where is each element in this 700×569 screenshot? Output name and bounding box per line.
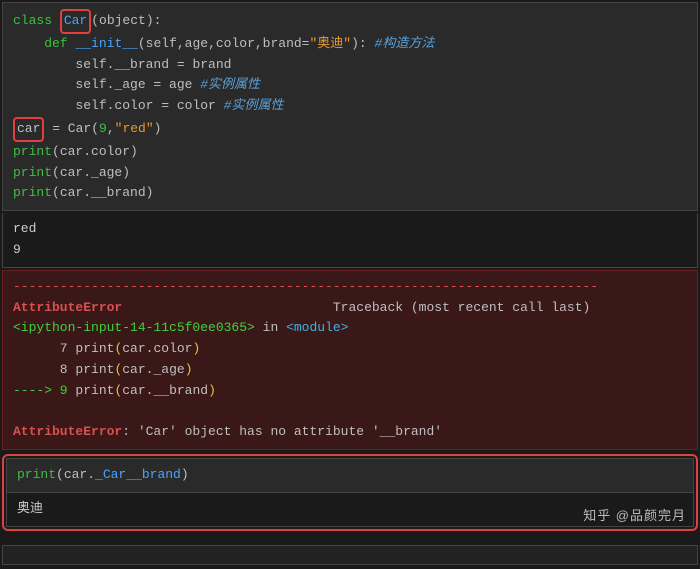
code-cell-1[interactable]: class Car(object): def __init__(self,age…: [2, 2, 698, 211]
highlight-class-name: Car: [60, 9, 91, 34]
error-traceback: ----------------------------------------…: [2, 270, 698, 450]
code-cell-2[interactable]: print(car._Car__brand): [6, 458, 694, 493]
empty-cell[interactable]: [2, 545, 698, 565]
code-content: class Car(object): def __init__(self,age…: [13, 9, 687, 204]
code-content-2: print(car._Car__brand): [17, 465, 683, 486]
error-text: ----------------------------------------…: [13, 277, 687, 443]
highlight-var-name: car: [13, 117, 44, 142]
watermark: 知乎 @品颜完月: [583, 506, 686, 527]
stdout-text: red 9: [13, 219, 687, 261]
output-cell-1: red 9: [2, 213, 698, 268]
